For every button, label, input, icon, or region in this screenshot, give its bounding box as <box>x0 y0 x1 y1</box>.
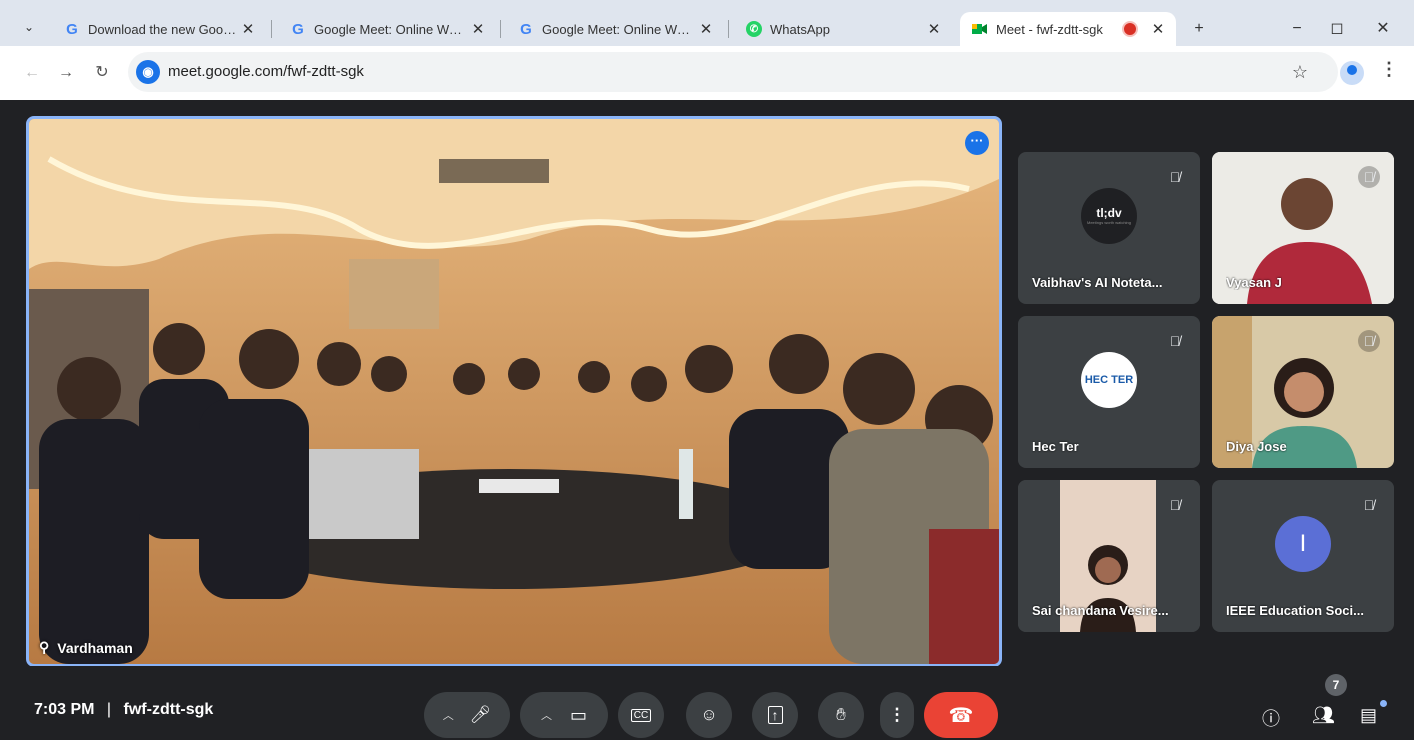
avatar: HEC TER <box>1081 351 1137 408</box>
forward-icon[interactable]: → <box>52 59 80 87</box>
whatsapp-icon: ✆ <box>746 21 762 37</box>
meeting-time: 7:03 PM <box>34 701 95 718</box>
captions-icon: CC <box>630 708 652 722</box>
present-screen-button[interactable]: ↑ <box>752 692 798 738</box>
mic-off-icon: 🎙̸ <box>1363 497 1375 513</box>
audio-control-group[interactable]: ︿ 🎤︎ <box>424 692 510 738</box>
tab-whatsapp[interactable]: ✆ WhatsApp ✕ <box>734 12 952 46</box>
mic-off-icon: 🎙̸ <box>1169 497 1181 513</box>
participant-name: Sai chandana Vesire... <box>1032 603 1169 618</box>
mic-off-icon: 🎙̸ <box>1169 169 1181 185</box>
hand-icon: ✋︎ <box>836 705 846 724</box>
video-control-group[interactable]: ︿ ▭ <box>520 692 608 738</box>
tab-title: Google Meet: Online Web an... <box>314 21 468 37</box>
tab-search-chevron-icon[interactable]: ⌄ <box>18 16 40 38</box>
tab-title: WhatsApp <box>770 21 830 37</box>
main-speaker-label: ⚲ Vardhaman <box>39 639 133 656</box>
tab-google-meet-online-1[interactable]: G Google Meet: Online Web an... ✕ <box>278 12 496 46</box>
participant-tile-vyasan[interactable]: 🎙̸ Vyasan J <box>1212 152 1394 304</box>
pin-icon: ⚲ <box>39 639 50 655</box>
chevron-up-icon[interactable]: ︿ <box>541 707 552 723</box>
google-g-icon: G <box>66 20 78 38</box>
conference-room-video <box>29 119 999 664</box>
chat-icon[interactable]: ▤ <box>1360 705 1377 726</box>
participant-count-badge: 7 <box>1325 674 1347 696</box>
reload-icon[interactable]: ↻ <box>88 59 116 87</box>
mic-off-icon: 🎙̸ <box>1358 330 1380 352</box>
participant-tile-ieee[interactable]: 🎙̸ I IEEE Education Soci... <box>1212 480 1394 632</box>
meeting-info-separator: | <box>106 701 112 718</box>
more-options-button[interactable]: ⋮ <box>880 692 914 738</box>
avatar: I <box>1275 515 1331 572</box>
close-tab-icon[interactable]: ✕ <box>238 20 258 38</box>
google-g-icon: G <box>292 20 304 38</box>
omnibox[interactable]: ◉ meet.google.com/fwf-zdtt-sgk ☆ <box>128 52 1338 92</box>
chevron-up-icon[interactable]: ︿ <box>443 707 454 723</box>
leave-call-button[interactable]: ☎ <box>924 692 998 738</box>
avatar: tl;dv Meetings worth watching <box>1081 187 1137 244</box>
mic-off-icon: 🎙̸ <box>1169 333 1181 349</box>
meeting-info: 7:03 PM | fwf-zdtt-sgk <box>34 701 213 719</box>
emoji-icon: ☺ <box>700 705 718 724</box>
address-bar-row: ← → ↻ ◉ meet.google.com/fwf-zdtt-sgk ☆ ⋮ <box>0 46 1414 101</box>
participant-name: Diya Jose <box>1226 439 1287 454</box>
meet-stage: ··· ⚲ Vardhaman 🎙̸ tl;dv Meetings worth … <box>0 100 1414 740</box>
present-icon: ↑ <box>767 706 783 724</box>
participant-tile-sai-chandana[interactable]: 🎙̸ Sai chandana Vesire... <box>1018 480 1200 632</box>
participant-tile-vaibhav[interactable]: 🎙̸ tl;dv Meetings worth watching Vaibhav… <box>1018 152 1200 304</box>
tab-divider <box>500 20 501 38</box>
participant-tile-diya[interactable]: 🎙̸ Diya Jose <box>1212 316 1394 468</box>
close-window-button[interactable]: ✕ <box>1366 12 1400 46</box>
meeting-code: fwf-zdtt-sgk <box>123 701 214 718</box>
close-tab-icon[interactable]: ✕ <box>468 20 488 38</box>
tab-title: Download the new Google M... <box>88 21 238 37</box>
participant-tile-hec-ter[interactable]: 🎙̸ HEC TER Hec Ter <box>1018 316 1200 468</box>
mic-off-icon: 🎙̸ <box>1358 166 1380 188</box>
raise-hand-button[interactable]: ✋︎ <box>818 692 864 738</box>
tab-download-google-meet[interactable]: G Download the new Google M... ✕ <box>52 12 266 46</box>
tab-title: Google Meet: Online Web an... <box>542 21 696 37</box>
browser-tab-strip: ⌄ G Download the new Google M... ✕ G Goo… <box>0 0 1414 46</box>
meet-icon <box>972 21 988 37</box>
participant-name: Hec Ter <box>1032 439 1079 454</box>
close-tab-icon[interactable]: ✕ <box>1148 20 1168 38</box>
profile-avatar-icon[interactable] <box>1340 61 1364 85</box>
tab-google-meet-online-2[interactable]: G Google Meet: Online Web an... ✕ <box>506 12 724 46</box>
tab-meet-active[interactable]: Meet - fwf-zdtt-sgk ✕ <box>960 12 1176 46</box>
participant-name: IEEE Education Soci... <box>1226 603 1364 618</box>
recording-icon <box>1122 21 1138 37</box>
maximize-button[interactable]: ◻ <box>1320 12 1354 46</box>
captions-button[interactable]: CC <box>618 692 664 738</box>
people-icon[interactable]: 👥︎ <box>1312 705 1335 726</box>
camera-icon[interactable]: ▭ <box>570 705 587 726</box>
url-text[interactable]: meet.google.com/fwf-zdtt-sgk <box>168 63 364 80</box>
end-call-icon: ☎ <box>948 704 974 727</box>
browser-menu-icon[interactable]: ⋮ <box>1380 59 1398 80</box>
google-g-icon: G <box>520 20 532 38</box>
tab-divider <box>271 20 272 38</box>
close-tab-icon[interactable]: ✕ <box>924 20 944 38</box>
emoji-reactions-button[interactable]: ☺ <box>686 692 732 738</box>
microphone-icon[interactable]: 🎤︎ <box>470 705 492 725</box>
avatar-text: tl;dv <box>1096 206 1122 221</box>
close-tab-icon[interactable]: ✕ <box>696 20 716 38</box>
participant-name: Vaibhav's AI Noteta... <box>1032 275 1163 290</box>
minimize-button[interactable]: − <box>1280 12 1314 46</box>
meeting-control-bar: 7:03 PM | fwf-zdtt-sgk ︿ 🎤︎ ︿ ▭ CC ☺ ↑ ✋… <box>0 666 1414 740</box>
main-speaker-name: Vardhaman <box>57 639 133 656</box>
new-tab-button[interactable]: + <box>1182 12 1216 46</box>
site-info-icon[interactable]: ◉ <box>136 60 160 84</box>
avatar-subtext: Meetings worth watching <box>1086 220 1132 226</box>
tab-divider <box>728 20 729 38</box>
more-vert-icon: ⋮ <box>888 705 906 724</box>
chat-notification-dot <box>1380 700 1387 707</box>
main-video-tile[interactable]: ··· ⚲ Vardhaman <box>26 116 1002 667</box>
tab-title: Meet - fwf-zdtt-sgk <box>996 21 1103 37</box>
participant-name: Vyasan J <box>1226 275 1282 290</box>
more-options-icon[interactable]: ··· <box>965 131 989 155</box>
bookmark-star-icon[interactable]: ☆ <box>1292 62 1308 83</box>
back-icon[interactable]: ← <box>18 59 46 87</box>
meeting-details-icon[interactable]: ⓘ <box>1262 705 1280 731</box>
